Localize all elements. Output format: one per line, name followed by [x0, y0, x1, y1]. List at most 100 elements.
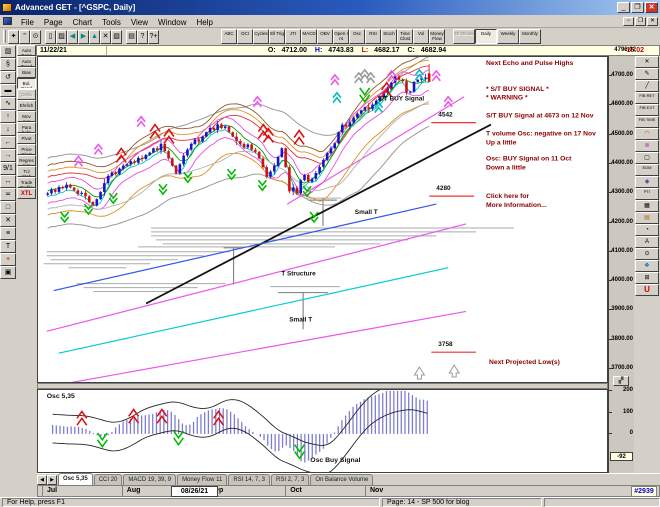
price-chart[interactable]: S/T BUY Signal Small T T Structure Small T 4…: [37, 56, 608, 383]
draw-lines-icon[interactable]: ≡: [0, 227, 16, 240]
tab-scroll-right[interactable]: ▶: [47, 475, 57, 485]
study-button-stoch[interactable]: Stoch: [381, 29, 397, 44]
open-chart-icon[interactable]: ▨: [0, 45, 16, 58]
sidebar-study-pivot[interactable]: Pivot: [17, 133, 36, 144]
sidebar-study-trade-profile[interactable]: Trade Profile: [17, 177, 36, 188]
arrow-left-icon[interactable]: ←: [0, 136, 16, 149]
box-select-icon[interactable]: □: [0, 201, 16, 214]
sidebar-study-mov-avg[interactable]: Mov Avg: [17, 111, 36, 122]
tab-osc-5-35[interactable]: Osc 5,35: [58, 473, 93, 485]
update-button[interactable]: U: [635, 284, 659, 296]
menu-chart[interactable]: Chart: [68, 17, 98, 28]
new-chart-icon[interactable]: ▯: [45, 29, 56, 44]
edm-tool[interactable]: EDM: [635, 164, 659, 176]
time-axis[interactable]: JulAugSepOctNov08/26/21#2939: [37, 485, 660, 498]
study-button-osc[interactable]: Osc: [349, 29, 365, 44]
tab-money-flow-11[interactable]: Money Flow 11: [177, 474, 228, 485]
mdi-close-button[interactable]: ✕: [647, 16, 658, 26]
palette-tool[interactable]: ❖: [635, 260, 659, 272]
date-marker-box[interactable]: 08/26/21: [171, 486, 218, 497]
menu-help[interactable]: Help: [191, 17, 217, 28]
sidebar-study-ehrlich[interactable]: Ehrlich: [17, 100, 36, 111]
expand-bars-icon[interactable]: ↔: [0, 175, 16, 188]
ellipse-tool[interactable]: ◠: [635, 128, 659, 140]
tab-rsi-14-7-3[interactable]: RSI 14, 7, 3: [228, 474, 270, 485]
menu-page[interactable]: Page: [39, 17, 68, 28]
elliott-icon[interactable]: ∿: [0, 97, 16, 110]
trend-line[interactable]: [47, 310, 467, 383]
price-axis[interactable]: 4700.00 4600.00 4500.00 4400.00 4300.00 4200.…: [608, 56, 634, 473]
sidebar-study-para-bolic[interactable]: Para bolic: [17, 122, 36, 133]
bar-ratio-icon[interactable]: 9/1: [0, 162, 16, 175]
gann-fan-tool[interactable]: ≋: [635, 140, 659, 152]
sidebar-study-regres-sion[interactable]: Regres sion: [17, 155, 36, 166]
arrow-right-icon[interactable]: →: [0, 149, 16, 162]
trend-line[interactable]: [58, 267, 449, 354]
refresh-chart-icon[interactable]: ▧: [111, 29, 122, 44]
fib-time-tool[interactable]: FIB TIME: [635, 116, 659, 128]
trendline-tool[interactable]: ╱: [635, 80, 659, 92]
click-here-annotation[interactable]: More Information...: [486, 202, 547, 209]
axis-tool-icon[interactable]: ▞: [613, 376, 629, 386]
interval-button-monthly[interactable]: Monthly: [519, 29, 541, 44]
rectangle-tool[interactable]: ▢: [635, 152, 659, 164]
abc-labels-icon[interactable]: §: [0, 58, 16, 71]
menu-file[interactable]: File: [16, 17, 39, 28]
tab-macd-19-39-9[interactable]: MACD 19, 39, 9: [123, 474, 177, 485]
add-cross-icon[interactable]: +: [0, 253, 16, 266]
sidebar-study-bias[interactable]: Bias: [17, 67, 36, 78]
page-up-icon[interactable]: ▲: [89, 29, 100, 44]
quote-icon[interactable]: ”: [19, 29, 30, 44]
sidebar-study-xtl[interactable]: XTL: [17, 188, 36, 199]
tab-scroll-left[interactable]: ◀: [37, 475, 47, 485]
study-button-time-clust[interactable]: Time Clust: [397, 29, 413, 44]
study-button-ell-trig[interactable]: Ell Trig: [269, 29, 285, 44]
interval-button-60-minute[interactable]: 60 Minute: [453, 29, 475, 44]
mob-tool[interactable]: ◆: [635, 176, 659, 188]
study-button-rsi[interactable]: RSI: [365, 29, 381, 44]
back-icon[interactable]: ◀: [67, 29, 78, 44]
grid-tool[interactable]: ⊞: [635, 272, 659, 284]
tab-rsi-2-7-3[interactable]: RSI 2, 7, 3: [271, 474, 310, 485]
study-button-oci[interactable]: OCI: [237, 29, 253, 44]
pti-indicator[interactable]: PTI: [635, 188, 659, 200]
fib-extension-tool[interactable]: FIB EXT: [635, 104, 659, 116]
arrow-up-icon[interactable]: ↑: [0, 110, 16, 123]
drop-reset-icon[interactable]: ↺: [0, 71, 16, 84]
study-button-open-int[interactable]: Open Int: [333, 29, 349, 44]
pushpin-icon[interactable]: ✦: [8, 29, 19, 44]
arrow-down-icon[interactable]: ↓: [0, 123, 16, 136]
zoom-tool[interactable]: ⊙: [635, 248, 659, 260]
sidebar-study-t-j-web[interactable]: T/J Web: [17, 166, 36, 177]
help-icon[interactable]: ?: [137, 29, 148, 44]
minimize-button[interactable]: _: [617, 2, 630, 13]
sidebar-study-delta[interactable]: Delta: [17, 89, 36, 100]
interval-button-weekly[interactable]: Weekly: [497, 29, 519, 44]
print-icon[interactable]: ▤: [126, 29, 137, 44]
search-icon[interactable]: ⊙: [30, 29, 41, 44]
trend-line[interactable]: [53, 203, 437, 292]
time-clock-tool[interactable]: ◔: [635, 224, 659, 236]
sidebar-study-auto-gann[interactable]: Auto Gann: [17, 45, 36, 56]
study-button-vol[interactable]: Vol: [413, 29, 429, 44]
menu-tools[interactable]: Tools: [97, 17, 126, 28]
sidebar-study-auto-trend[interactable]: Auto Trend: [17, 56, 36, 67]
toolbar-grip[interactable]: [3, 30, 6, 43]
fib-retracement-tool[interactable]: FIB RET: [635, 92, 659, 104]
crosshair-tool[interactable]: ✕: [635, 56, 659, 68]
pencil-tool[interactable]: ✎: [635, 68, 659, 80]
close-button[interactable]: ✕: [645, 2, 658, 13]
restore-button[interactable]: ❐: [631, 2, 644, 13]
menu-view[interactable]: View: [126, 17, 153, 28]
study-button-jti[interactable]: JTI: [285, 29, 301, 44]
snapshot-icon[interactable]: ▣: [0, 266, 16, 279]
compress-bars-icon[interactable]: ≍: [0, 188, 16, 201]
tab-cci-20[interactable]: CCI 20: [93, 474, 123, 485]
study-icon[interactable]: ▬: [0, 84, 16, 97]
text-tool[interactable]: A: [635, 236, 659, 248]
profile-bars-tool[interactable]: ▤: [635, 212, 659, 224]
study-button-abc[interactable]: ABC: [221, 29, 237, 44]
interval-button-daily[interactable]: Daily: [475, 29, 497, 44]
t-tool-icon[interactable]: T: [0, 240, 16, 253]
mdi-minimize-button[interactable]: −: [623, 16, 634, 26]
